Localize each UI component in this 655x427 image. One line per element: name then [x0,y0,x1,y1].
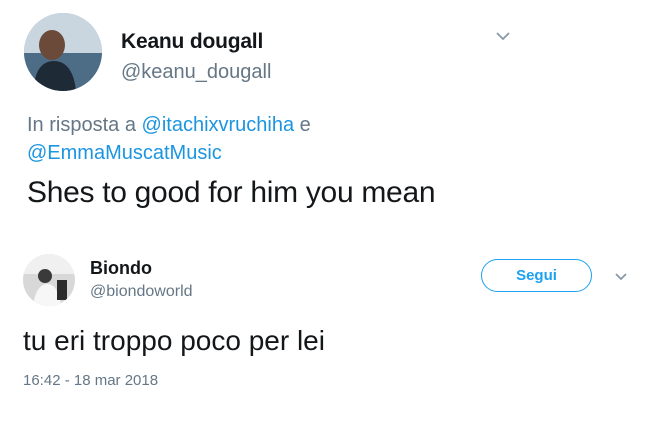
follow-button[interactable]: Segui [481,259,592,292]
author-name[interactable]: Keanu dougall [121,30,263,54]
avatar[interactable] [23,254,75,306]
tweet-text: Shes to good for him you mean [27,176,436,209]
chevron-down-icon[interactable] [612,270,630,284]
author-handle[interactable]: @biondoworld [90,283,193,301]
reply-context: In risposta a @itachixvruchiha e [27,114,311,137]
reply-prefix: In risposta a [27,114,142,136]
avatar[interactable] [24,13,102,91]
reply-connector: e [294,114,311,136]
reply-mention[interactable]: @EmmaMuscatMusic [27,142,222,164]
author-name[interactable]: Biondo [90,258,152,279]
timestamp[interactable]: 16:42 - 18 mar 2018 [23,372,158,389]
avatar-image [24,13,102,91]
author-handle[interactable]: @keanu_dougall [121,61,271,84]
tweet-text: tu eri troppo poco per lei [23,325,325,356]
avatar-image [23,254,75,306]
reply-mention[interactable]: @itachixvruchiha [142,114,295,136]
reply-context-line-2: @EmmaMuscatMusic [27,142,222,165]
chevron-down-icon[interactable] [493,28,513,44]
